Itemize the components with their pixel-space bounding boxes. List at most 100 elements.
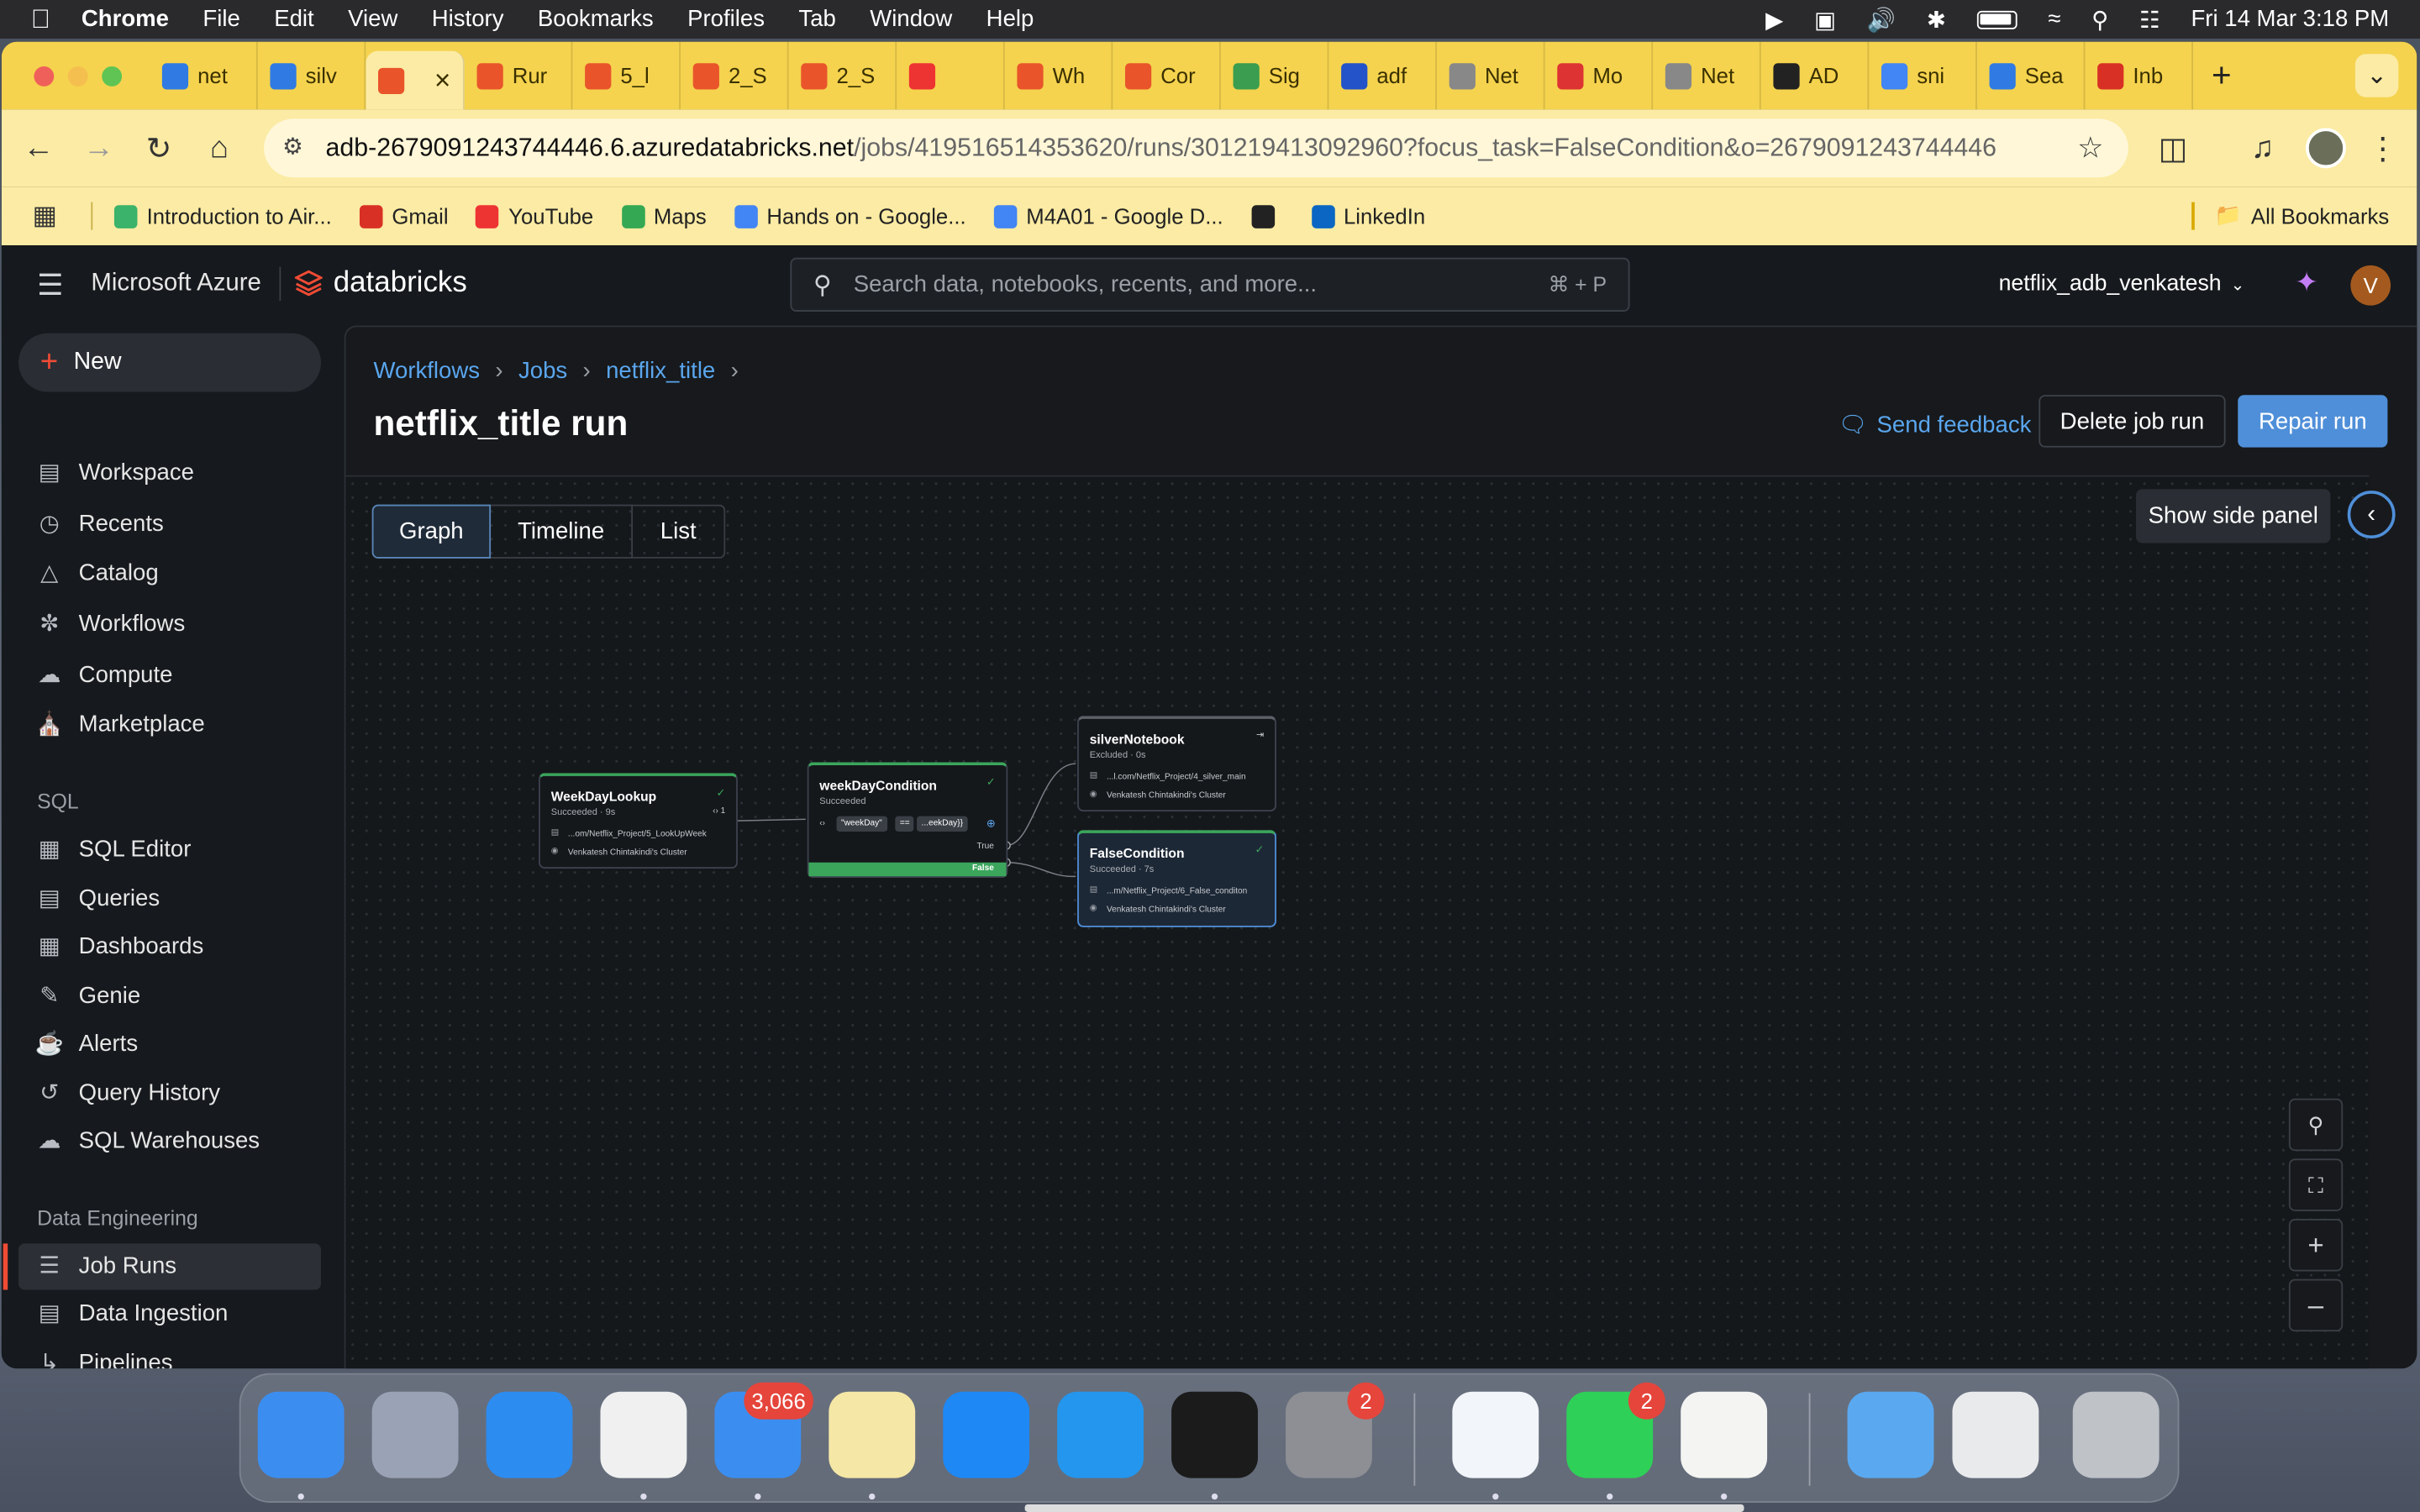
dock-app-files-icon[interactable] — [1847, 1391, 1934, 1478]
bookmark-item[interactable]: M4A01 - Google D... — [993, 203, 1223, 228]
menu-clock[interactable]: Fri 14 Mar 3:18 PM — [2191, 6, 2389, 32]
chrome-menu-icon[interactable]: ⋮ — [2366, 131, 2400, 165]
browser-tab[interactable]: silv — [258, 41, 366, 110]
sidebar-item-catalog[interactable]: △ Catalog — [35, 559, 158, 586]
sidebar-item-workspace[interactable]: ▤ Workspace — [35, 459, 194, 486]
dock-app-preview-icon[interactable] — [1952, 1391, 2039, 1478]
sidebar-item-dashboards[interactable]: ▦ Dashboards — [35, 932, 204, 959]
databricks-wordmark[interactable]: databricks — [334, 267, 467, 301]
sidebar-item-pipelines[interactable]: ↳ Pipelines — [35, 1348, 172, 1368]
sidebar-item-recents[interactable]: ◷ Recents — [35, 509, 164, 537]
close-tab-icon[interactable]: × — [434, 64, 450, 97]
dock-app-mail-icon[interactable]: 3,066 — [714, 1382, 813, 1478]
dock-app-finder-icon[interactable] — [257, 1391, 345, 1478]
dock-app-terminal-icon[interactable] — [1171, 1391, 1258, 1478]
bookmark-item[interactable]: LinkedIn — [1311, 203, 1425, 228]
sidebar-item-genie[interactable]: ✎ Genie — [35, 981, 140, 1009]
browser-tab[interactable]: Net — [1437, 41, 1545, 110]
maximize-window-button[interactable] — [102, 66, 123, 86]
minimize-window-button[interactable] — [67, 66, 88, 86]
play-icon[interactable]: ▶ — [1765, 5, 1783, 33]
sidebar-item-query-history[interactable]: ↺ Query History — [35, 1079, 220, 1106]
databricks-logo-icon[interactable] — [293, 269, 324, 297]
media-controls-icon[interactable]: ♫ — [2245, 130, 2279, 165]
workspace-switcher[interactable]: netflix_adb_venkatesh ⌄ — [1999, 271, 2245, 296]
extensions-icon[interactable]: ◫ — [2156, 131, 2190, 165]
sidebar-item-data-ingestion[interactable]: ▤ Data Ingestion — [35, 1299, 229, 1326]
dock-app-whatsapp-icon[interactable]: 2 — [1566, 1382, 1665, 1478]
menu-window[interactable]: Window — [870, 6, 952, 32]
repair-run-button[interactable]: Repair run — [2238, 395, 2388, 448]
menu-view[interactable]: View — [348, 6, 397, 32]
menu-profiles[interactable]: Profiles — [687, 6, 765, 32]
dock-app-launchpad-icon[interactable] — [371, 1391, 459, 1478]
menu-edit[interactable]: Edit — [274, 6, 313, 32]
browser-tab[interactable]: Net — [1653, 41, 1761, 110]
sidebar-item-job-runs[interactable]: ☰ Job Runs — [35, 1252, 176, 1279]
fit-view-button[interactable]: ⛶ — [2288, 1158, 2344, 1211]
bookmark-item[interactable] — [1250, 204, 1284, 228]
dock-app-vs-code-icon[interactable] — [1452, 1391, 1539, 1478]
dock-app-system-settings-icon[interactable]: 2 — [1286, 1382, 1385, 1478]
bookmark-item[interactable]: Maps — [621, 203, 707, 228]
browser-tab[interactable]: Inb — [2085, 41, 2194, 110]
false-branch-bar[interactable]: False — [808, 862, 1007, 877]
control-center-icon[interactable]: ☷ — [2139, 5, 2160, 33]
battery-icon[interactable] — [1976, 9, 2018, 29]
spotlight-icon[interactable]: ⚲ — [2091, 5, 2108, 33]
user-avatar[interactable]: V — [2350, 265, 2391, 306]
menu-tab[interactable]: Tab — [798, 6, 835, 32]
wifi-icon[interactable]: ≈ — [2048, 6, 2060, 32]
dock-app-textedit-icon[interactable] — [1681, 1391, 1768, 1478]
breadcrumb-job[interactable]: netflix_title — [606, 358, 715, 384]
menu-app-name[interactable]: Chrome — [82, 6, 169, 32]
browser-tab[interactable]: Rur — [465, 41, 573, 110]
browser-tab[interactable] — [897, 41, 1005, 110]
browser-tab[interactable]: Sea — [1977, 41, 2086, 110]
browser-tab[interactable]: 2_S — [681, 41, 789, 110]
task-node-silvernotebook[interactable]: silverNotebook ⇥ Excluded · 0s ▤ ...l.co… — [1077, 716, 1276, 812]
home-icon[interactable]: ⌂ — [203, 130, 236, 165]
apple-icon[interactable]:  — [31, 4, 50, 35]
browser-tab[interactable]: Sig — [1221, 41, 1329, 110]
dock-app-chrome-icon[interactable] — [600, 1391, 687, 1478]
address-bar[interactable]: ⚙ adb-2679091243744446.6.azuredatabricks… — [264, 118, 2128, 178]
menu-bookmarks[interactable]: Bookmarks — [538, 6, 654, 32]
menu-file[interactable]: File — [203, 6, 239, 32]
bookmark-item[interactable]: Introduction to Air... — [114, 203, 332, 228]
delete-job-run-button[interactable]: Delete job run — [2039, 395, 2226, 448]
task-node-falsecondition[interactable]: FalseCondition ✓ Succeeded · 7s ▤ ...m/N… — [1077, 830, 1276, 927]
bluetooth-icon[interactable]: ✱ — [1927, 5, 1946, 33]
menu-help[interactable]: Help — [986, 6, 1034, 32]
display-icon[interactable]: ▣ — [1814, 5, 1836, 33]
browser-tab[interactable]: Cor — [1113, 41, 1221, 110]
zoom-expression-icon[interactable]: ⊕ — [986, 817, 996, 830]
reload-icon[interactable]: ↻ — [142, 131, 176, 165]
sidebar-item-workflows[interactable]: ✼ Workflows — [35, 610, 185, 637]
new-tab-icon[interactable]: + — [2212, 55, 2232, 96]
apps-grid-icon[interactable]: ▦ — [33, 201, 58, 232]
back-icon[interactable]: ← — [22, 130, 55, 165]
browser-tab[interactable]: adf — [1328, 41, 1438, 110]
task-node-weekdaylookup[interactable]: WeekDayLookup ✓ Succeeded · 9s ‹› 1 ▤ ..… — [539, 773, 738, 869]
profile-avatar[interactable] — [2306, 128, 2346, 169]
dock-app-safari-icon[interactable] — [486, 1391, 573, 1478]
volume-icon[interactable]: 🔊 — [1867, 5, 1896, 33]
browser-tab[interactable]: 5_l — [572, 41, 681, 110]
graph-canvas[interactable]: Graph Timeline List Show side panel ‹ We… — [345, 475, 2396, 1369]
sidebar-item-sql-editor[interactable]: ▦ SQL Editor — [35, 835, 192, 863]
browser-tab[interactable]: sni — [1869, 41, 1977, 110]
menu-history[interactable]: History — [432, 6, 504, 32]
forward-icon[interactable]: → — [82, 130, 115, 165]
bookmark-item[interactable]: Gmail — [359, 203, 449, 228]
browser-tab[interactable]: × — [366, 50, 465, 110]
close-window-button[interactable] — [34, 66, 55, 86]
tab-search-icon[interactable]: ⌄ — [2354, 54, 2399, 97]
browser-tab[interactable]: AD — [1761, 41, 1870, 110]
dock-app-app-store-icon[interactable] — [943, 1391, 1030, 1478]
breadcrumb-jobs[interactable]: Jobs — [518, 358, 567, 384]
bookmark-item[interactable]: YouTube — [476, 203, 593, 228]
zoom-out-button[interactable]: – — [2288, 1278, 2344, 1332]
graph-search-button[interactable]: ⚲ — [2288, 1098, 2344, 1152]
bookmark-star-icon[interactable]: ☆ — [2077, 131, 2104, 167]
